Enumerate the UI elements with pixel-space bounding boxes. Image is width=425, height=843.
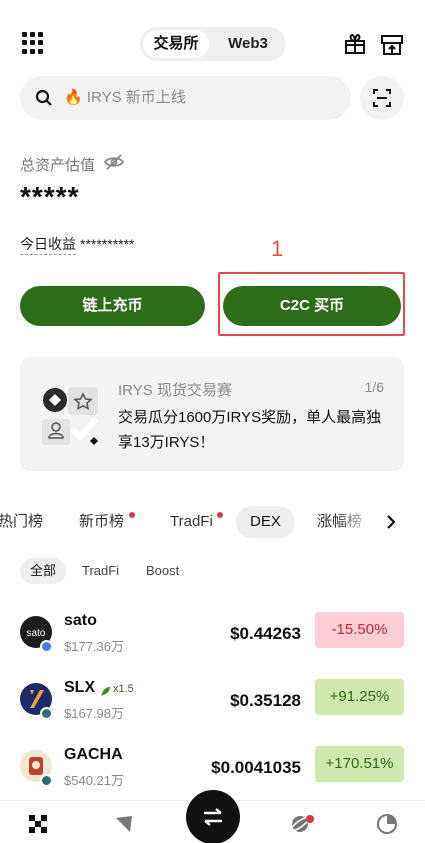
new-dot	[217, 512, 223, 518]
assets-icon[interactable]	[376, 813, 398, 835]
token-volume: $167.98万	[64, 706, 124, 721]
total-assets-value: *****	[20, 181, 80, 212]
tab-new-listings[interactable]: 新币榜	[79, 506, 124, 538]
token-volume: $540.21万	[64, 773, 124, 788]
tab-exchange[interactable]: 交易所	[143, 30, 209, 58]
token-symbol: GACHA	[64, 746, 123, 763]
subtab-boost[interactable]: Boost	[146, 558, 179, 584]
price-change-badge: -15.50%	[315, 612, 404, 648]
svg-text:sato: sato	[27, 628, 46, 639]
trade-button[interactable]	[186, 790, 240, 843]
token-row[interactable]: SLX x1.5 $167.98万 $0.35128 +91.25%	[0, 677, 425, 733]
solana-chain-icon	[40, 774, 53, 787]
annotation-highlight-box	[218, 272, 405, 336]
tab-hot[interactable]: 热门榜	[0, 506, 43, 538]
token-volume: $177.36万	[64, 639, 124, 654]
tab-dex[interactable]: DEX	[236, 506, 295, 538]
scan-button[interactable]	[360, 76, 404, 120]
search-icon	[35, 89, 52, 106]
today-earnings[interactable]: 今日收益 **********	[20, 234, 135, 255]
boost-multiplier: x1.5	[113, 683, 134, 695]
token-price: $0.35128	[230, 691, 301, 710]
promo-description: 交易瓜分1600万IRYS奖励，单人最高独享13万IRYS！	[118, 409, 382, 451]
token-symbol: sato	[64, 612, 97, 629]
tabs-fade	[336, 506, 376, 538]
search-bar[interactable]: 🔥 IRYS 新币上线	[20, 76, 351, 120]
promo-page-count: 1/6	[364, 379, 384, 395]
trade-icon	[204, 808, 222, 826]
eye-off-icon[interactable]	[104, 154, 124, 170]
today-earnings-value: **********	[80, 236, 135, 252]
chevron-right-icon[interactable]	[385, 513, 397, 531]
token-row[interactable]: sato sato $177.36万 $0.44263 -15.50%	[0, 610, 425, 666]
subtab-tradfi[interactable]: TradFi	[82, 558, 119, 584]
annotation-marker: 1	[271, 236, 284, 261]
today-earnings-label: 今日收益	[20, 236, 76, 255]
promo-title: IRYS 现货交易赛	[118, 382, 232, 399]
explore-icon[interactable]	[113, 813, 135, 835]
tab-web3[interactable]: Web3	[214, 30, 282, 58]
promo-illustration-icon	[42, 387, 99, 445]
subtab-all[interactable]: 全部	[20, 558, 67, 584]
solana-chain-icon	[40, 707, 53, 720]
notification-dot	[306, 815, 314, 823]
rocket-icon	[101, 687, 110, 696]
store-icon[interactable]	[380, 33, 404, 57]
gift-icon[interactable]	[344, 33, 366, 55]
scan-icon	[373, 89, 391, 107]
onchain-deposit-button[interactable]: 链上充币	[20, 286, 205, 326]
token-symbol: SLX	[64, 679, 96, 696]
home-icon[interactable]	[27, 813, 49, 835]
ethereum-chain-icon	[40, 640, 53, 653]
search-placeholder: 🔥 IRYS 新币上线	[64, 89, 186, 106]
new-dot	[129, 512, 135, 518]
market-tabs: 热门榜 新币榜 TradFi DEX 涨幅榜	[0, 506, 425, 538]
grid-menu-icon[interactable]	[22, 32, 44, 54]
total-assets-label: 总资产估值	[20, 157, 96, 174]
exchange-web3-switch[interactable]: 交易所 Web3	[140, 27, 286, 61]
tab-tradfi[interactable]: TradFi	[170, 506, 213, 538]
price-change-badge: +170.51%	[315, 746, 404, 782]
price-change-badge: +91.25%	[315, 679, 404, 715]
promo-card[interactable]: IRYS 现货交易赛 1/6 交易瓜分1600万IRYS奖励，单人最高独享13万…	[20, 357, 404, 471]
token-price: $0.44263	[230, 624, 301, 643]
token-price: $0.0041035	[211, 758, 301, 777]
